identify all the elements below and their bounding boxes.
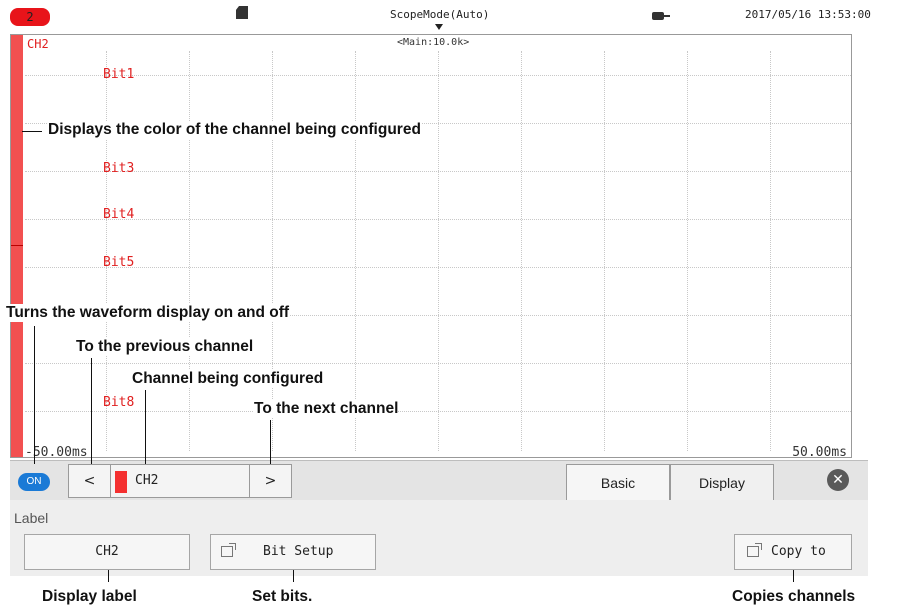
grid-line <box>355 51 356 451</box>
display-on-toggle[interactable]: ON <box>18 473 50 491</box>
grid-line <box>25 411 851 412</box>
callout-line <box>91 358 92 464</box>
channel-title: CH2 <box>27 37 49 51</box>
grid-line <box>770 51 771 451</box>
callout-next-channel: To the next channel <box>254 400 399 418</box>
tab-display[interactable]: Display <box>670 464 774 501</box>
callout-set-bits: Set bits. <box>252 588 313 605</box>
grid-line <box>25 363 851 364</box>
bit-label: Bit1 <box>103 67 135 82</box>
power-plug-icon <box>652 12 670 20</box>
copy-to-label: Copy to <box>771 544 826 559</box>
callout-line <box>293 570 294 582</box>
callout-line <box>270 420 271 464</box>
bit-setup-label: Bit Setup <box>263 544 334 559</box>
callout-previous-channel: To the previous channel <box>76 338 254 356</box>
tab-basic[interactable]: Basic <box>566 464 670 501</box>
grid-line <box>272 51 273 451</box>
grid-line <box>189 51 190 451</box>
bit-label: Bit4 <box>103 207 135 222</box>
channel-control-bar: ON < CH2 > Basic Display ✕ <box>10 460 868 501</box>
bit-label: Bit3 <box>103 161 135 176</box>
bit-label: Bit8 <box>103 395 135 410</box>
channel-color-bar <box>11 35 23 457</box>
label-caption: Label <box>14 510 49 526</box>
callout-display-label: Display label <box>42 588 137 605</box>
callout-line <box>22 131 42 132</box>
grid-line <box>687 51 688 451</box>
callout-display-toggle: Turns the waveform display on and off <box>6 304 290 322</box>
previous-channel-button[interactable]: < <box>69 465 111 497</box>
callout-channel-color: Displays the color of the channel being … <box>48 121 421 139</box>
waveform-display: CH2 <Main:10.0k> Bit1 Bit3 Bit4 Bit5 Bit… <box>10 34 852 458</box>
label-button[interactable]: CH2 <box>24 534 190 570</box>
datetime-label: 2017/05/16 13:53:00 <box>745 8 871 21</box>
external-window-icon <box>221 543 236 557</box>
bit-setup-button[interactable]: Bit Setup <box>210 534 376 570</box>
current-channel-label[interactable]: CH2 <box>135 473 158 488</box>
callout-line <box>108 570 109 582</box>
channel-selector: < CH2 > <box>68 464 292 498</box>
callout-line <box>793 570 794 582</box>
grid-line <box>106 51 107 451</box>
grid-line <box>25 171 851 172</box>
bit-label: Bit5 <box>103 255 135 270</box>
trigger-marker-icon <box>435 24 443 30</box>
callout-copies-channels: Copies channels <box>732 588 856 605</box>
grid-line <box>25 267 851 268</box>
grid-line <box>25 219 851 220</box>
alarm-indicator[interactable]: 2 <box>10 8 50 26</box>
status-bar: 2 ScopeMode(Auto) 2017/05/16 13:53:00 <box>10 4 875 32</box>
channel-color-swatch <box>115 471 127 493</box>
callout-current-channel: Channel being configured <box>132 370 324 388</box>
grid-line <box>438 51 439 451</box>
grid-line <box>521 51 522 451</box>
scope-mode-label: ScopeMode(Auto) <box>390 8 490 21</box>
grid-line <box>604 51 605 451</box>
grid-line <box>25 75 851 76</box>
close-icon[interactable]: ✕ <box>827 469 849 491</box>
callout-line <box>145 390 146 464</box>
settings-panel: Label CH2 Bit Setup Copy to <box>10 500 868 576</box>
sd-card-icon <box>236 6 248 19</box>
main-sample-rate: <Main:10.0k> <box>397 37 470 48</box>
external-window-icon <box>747 543 762 557</box>
next-channel-button[interactable]: > <box>249 465 291 497</box>
callout-line <box>34 326 35 464</box>
copy-to-button[interactable]: Copy to <box>734 534 852 570</box>
time-end-label: 50.00ms <box>792 445 847 458</box>
